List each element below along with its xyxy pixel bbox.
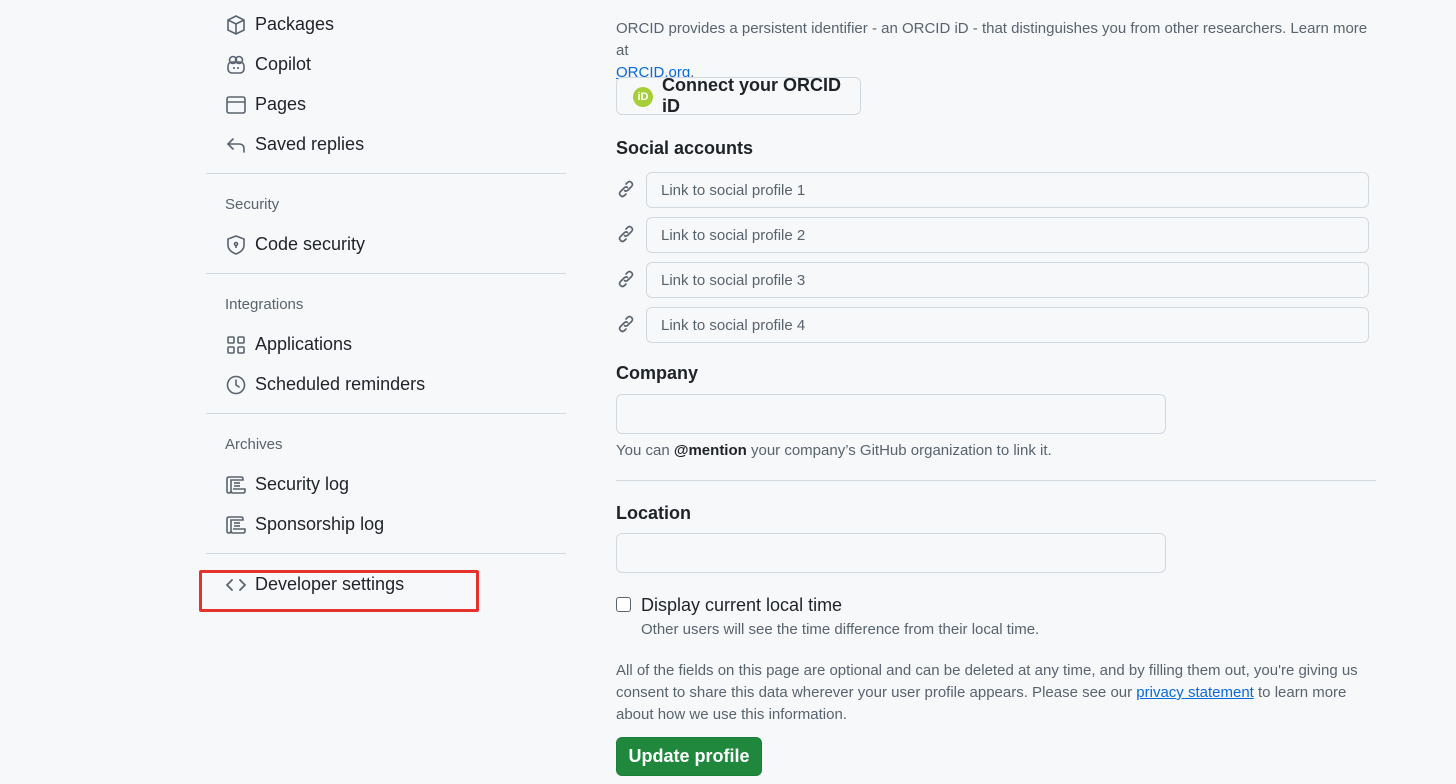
sidebar-divider — [206, 553, 566, 554]
social-row-2 — [616, 217, 1369, 253]
apps-grid-icon — [227, 336, 245, 354]
sidebar-item-label: Developer settings — [255, 573, 405, 594]
privacy-statement-link[interactable]: privacy statement — [1136, 684, 1254, 701]
social-profile-input-3[interactable] — [646, 262, 1369, 298]
sidebar-item-label: Sponsorship log — [255, 513, 385, 534]
orcid-icon: iD — [633, 87, 653, 107]
social-row-1 — [616, 172, 1369, 208]
sidebar-group-security: Security — [225, 196, 280, 213]
sidebar-item-packages[interactable]: Packages — [206, 6, 566, 42]
sidebar-item-developer-settings[interactable]: Developer settings — [206, 566, 566, 602]
shield-icon — [227, 235, 245, 255]
sidebar-group-integrations: Integrations — [225, 296, 304, 313]
local-time-label[interactable]: Display current local time — [641, 595, 842, 616]
sidebar-item-label: Applications — [255, 333, 353, 354]
company-label: Company — [616, 363, 699, 383]
sidebar-item-scheduled-reminders[interactable]: Scheduled reminders — [206, 366, 566, 402]
local-time-checkbox[interactable] — [616, 597, 631, 612]
sidebar-item-label: Security log — [255, 473, 350, 494]
sidebar-item-label: Code security — [255, 233, 366, 254]
sidebar-item-code-security[interactable]: Code security — [206, 226, 566, 262]
link-icon — [618, 225, 634, 243]
company-hint: You can @mention your company’s GitHub o… — [616, 442, 1052, 459]
sidebar-item-sponsorship-log[interactable]: Sponsorship log — [206, 506, 566, 542]
sidebar-item-security-log[interactable]: Security log — [206, 466, 566, 502]
reply-icon — [226, 138, 245, 153]
location-label: Location — [616, 503, 691, 523]
sidebar-item-label: Copilot — [255, 53, 312, 74]
connect-orcid-button[interactable]: iD Connect your ORCID iD — [616, 75, 861, 116]
social-profile-input-2[interactable] — [646, 217, 1369, 253]
code-icon — [226, 579, 246, 591]
social-profile-input-1[interactable] — [646, 172, 1369, 208]
sidebar-item-copilot[interactable]: Copilot — [206, 46, 566, 82]
link-icon — [618, 270, 634, 288]
browser-icon — [226, 96, 246, 114]
social-accounts-heading: Social accounts — [616, 138, 754, 158]
connect-orcid-label: Connect your ORCID iD — [662, 75, 842, 116]
sidebar-item-label: Saved replies — [255, 133, 365, 154]
update-profile-button[interactable]: Update profile — [616, 737, 762, 776]
sidebar-item-label: Pages — [255, 93, 307, 114]
social-profile-input-4[interactable] — [646, 307, 1369, 343]
location-input[interactable] — [616, 533, 1166, 573]
sidebar-divider — [206, 173, 566, 174]
sidebar-item-label: Packages — [255, 13, 335, 34]
clock-icon — [226, 375, 246, 395]
link-icon — [618, 315, 634, 333]
package-icon — [227, 15, 245, 35]
section-divider — [616, 480, 1376, 481]
link-icon — [618, 180, 634, 198]
log-icon — [226, 476, 246, 494]
local-time-hint: Other users will see the time difference… — [641, 621, 1040, 638]
privacy-notice: All of the fields on this page are optio… — [616, 662, 1358, 723]
social-row-4 — [616, 307, 1369, 343]
sidebar-item-label: Scheduled reminders — [255, 373, 426, 394]
social-row-3 — [616, 262, 1369, 298]
sidebar-item-applications[interactable]: Applications — [206, 326, 566, 362]
sidebar-divider — [206, 413, 566, 414]
sidebar-divider — [206, 273, 566, 274]
log-icon — [226, 516, 246, 534]
sidebar-item-saved-replies[interactable]: Saved replies — [206, 126, 566, 162]
copilot-icon — [227, 55, 245, 74]
company-input[interactable] — [616, 394, 1166, 434]
sidebar-group-archives: Archives — [225, 436, 283, 453]
sidebar-item-pages[interactable]: Pages — [206, 86, 566, 122]
